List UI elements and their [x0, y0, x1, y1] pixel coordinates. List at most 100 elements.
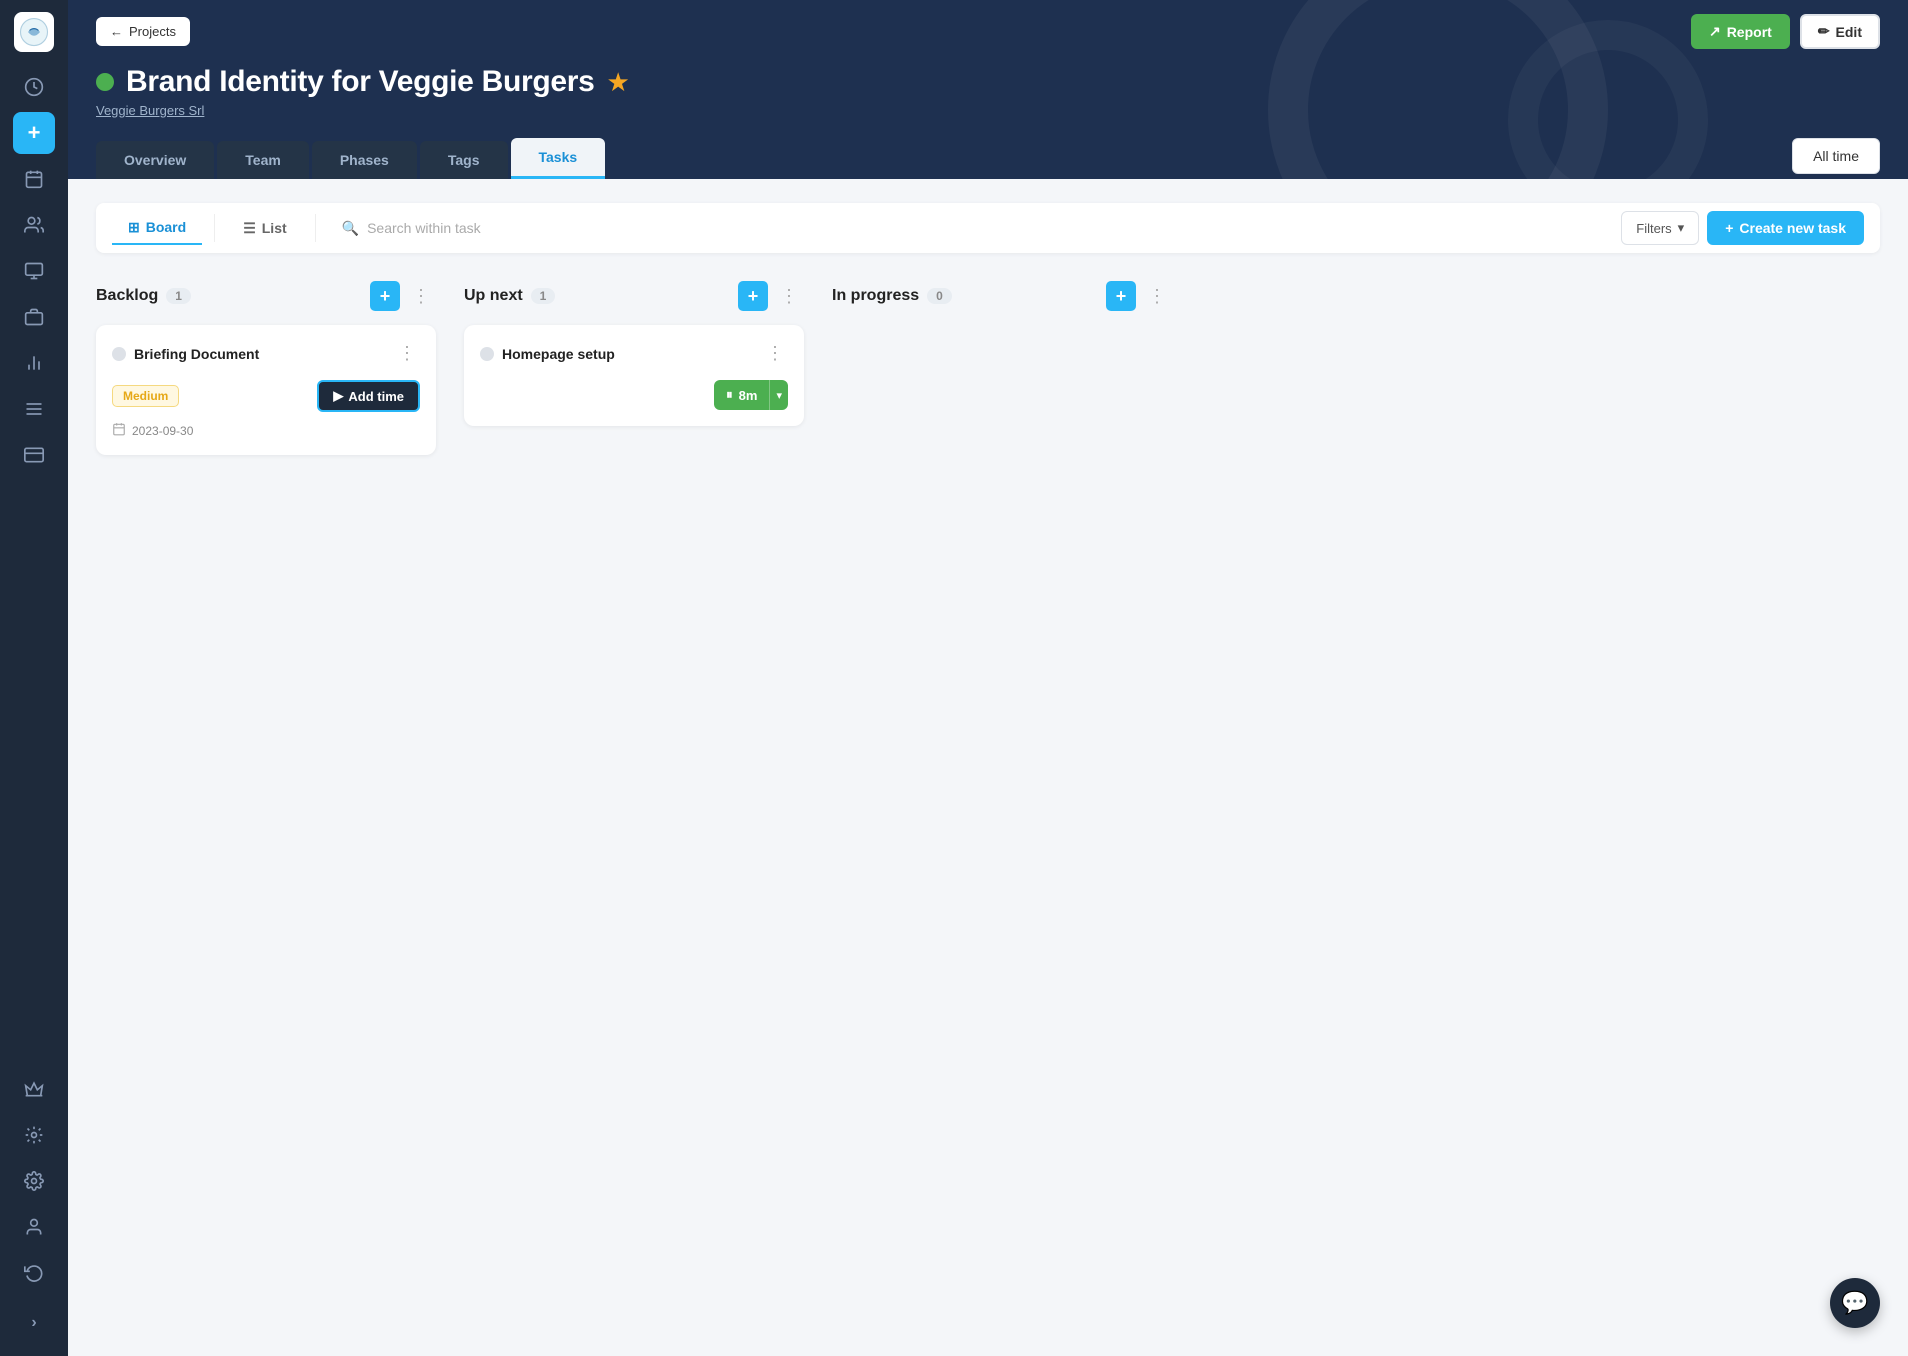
- header-actions: ↗ Report ✏ Edit: [1691, 14, 1880, 49]
- column-count-backlog: 1: [166, 288, 191, 304]
- kanban-column-upnext: Up next 1 + ⋮ Homepage setup ⋮: [464, 281, 804, 438]
- sidebar-item-projects[interactable]: [13, 250, 55, 292]
- task-tags-row-briefing: Medium ▶ Add time: [112, 380, 420, 412]
- board-area: ⊞ Board ☰ List 🔍 Search within task Filt…: [68, 179, 1908, 1356]
- sidebar: + ›: [0, 0, 68, 1356]
- tab-tags[interactable]: Tags: [420, 141, 508, 179]
- tab-team[interactable]: Team: [217, 141, 309, 179]
- column-title-backlog: Backlog: [96, 287, 158, 305]
- tab-overview[interactable]: Overview: [96, 141, 214, 179]
- edit-button[interactable]: ✏ Edit: [1800, 14, 1880, 49]
- task-card-homepage: Homepage setup ⋮ ⏸ 8m ▾: [464, 325, 804, 426]
- timer-dropdown-button[interactable]: ▾: [769, 380, 788, 410]
- board-toolbar: ⊞ Board ☰ List 🔍 Search within task Filt…: [96, 203, 1880, 253]
- back-to-projects-button[interactable]: ← Projects: [96, 17, 190, 46]
- column-menu-backlog-button[interactable]: ⋮: [406, 281, 436, 311]
- add-task-inprogress-button[interactable]: +: [1106, 281, 1136, 311]
- column-header-inprogress: In progress 0 + ⋮: [832, 281, 1172, 311]
- timer-value: 8m: [739, 388, 758, 403]
- board-view-tab[interactable]: ⊞ Board: [112, 212, 202, 245]
- project-header: ← Projects ↗ Report ✏ Edit Brand Identit…: [68, 0, 1908, 179]
- column-actions-upnext: + ⋮: [738, 281, 804, 311]
- list-icon: ☰: [243, 220, 256, 237]
- task-date-row-briefing: 2023-09-30: [112, 422, 420, 439]
- column-title-inprogress: In progress: [832, 287, 919, 305]
- favorite-star-icon[interactable]: ★: [607, 67, 630, 98]
- sidebar-item-team[interactable]: [13, 204, 55, 246]
- sidebar-item-crown[interactable]: [13, 1068, 55, 1110]
- sidebar-item-add[interactable]: +: [13, 112, 55, 154]
- report-button[interactable]: ↗ Report: [1691, 14, 1790, 49]
- list-view-tab[interactable]: ☰ List: [227, 213, 302, 244]
- tab-tasks[interactable]: Tasks: [511, 138, 606, 179]
- tab-phases[interactable]: Phases: [312, 141, 417, 179]
- column-actions-inprogress: + ⋮: [1106, 281, 1172, 311]
- task-menu-briefing-button[interactable]: ⋮: [394, 341, 420, 366]
- sidebar-expand-button[interactable]: ›: [13, 1302, 55, 1344]
- column-count-inprogress: 0: [927, 288, 952, 304]
- main-content: ← Projects ↗ Report ✏ Edit Brand Identit…: [68, 0, 1908, 1356]
- sidebar-item-integrations[interactable]: [13, 1114, 55, 1156]
- column-title-upnext: Up next: [464, 287, 523, 305]
- column-count-upnext: 1: [531, 288, 556, 304]
- timer-pause-button[interactable]: ⏸ 8m: [714, 380, 769, 410]
- add-task-upnext-button[interactable]: +: [738, 281, 768, 311]
- task-card-briefing: Briefing Document ⋮ Medium ▶ Add time: [96, 325, 436, 455]
- task-card-header-homepage: Homepage setup ⋮: [480, 341, 788, 366]
- report-icon: ↗: [1709, 23, 1721, 40]
- client-link[interactable]: Veggie Burgers Srl: [96, 103, 1880, 118]
- sidebar-item-calendar[interactable]: [13, 158, 55, 200]
- task-title-briefing: Briefing Document: [134, 346, 386, 362]
- project-tabs: Overview Team Phases Tags Tasks: [96, 138, 608, 179]
- task-title-homepage: Homepage setup: [502, 346, 754, 362]
- project-status-dot: [96, 73, 114, 91]
- back-label: Projects: [129, 24, 176, 39]
- sidebar-item-reports[interactable]: [13, 342, 55, 384]
- chat-bubble-button[interactable]: 💬: [1830, 1278, 1880, 1328]
- calendar-icon: [112, 422, 126, 439]
- sidebar-item-portfolio[interactable]: [13, 296, 55, 338]
- plus-icon: +: [1725, 220, 1733, 236]
- priority-tag-medium: Medium: [112, 385, 179, 407]
- pause-icon: ⏸: [726, 387, 733, 403]
- chat-icon: 💬: [1841, 1290, 1868, 1316]
- back-arrow-icon: ←: [110, 24, 123, 39]
- kanban-board: Backlog 1 + ⋮ Briefing Document ⋮: [96, 281, 1880, 467]
- kanban-column-inprogress: In progress 0 + ⋮: [832, 281, 1172, 325]
- add-time-briefing-button[interactable]: ▶ Add time: [317, 380, 420, 412]
- add-task-backlog-button[interactable]: +: [370, 281, 400, 311]
- play-icon: ▶: [333, 388, 343, 404]
- column-menu-inprogress-button[interactable]: ⋮: [1142, 281, 1172, 311]
- task-date-briefing: 2023-09-30: [132, 424, 193, 438]
- task-status-dot-homepage: [480, 347, 494, 361]
- sidebar-item-profile[interactable]: [13, 1206, 55, 1248]
- kanban-column-backlog: Backlog 1 + ⋮ Briefing Document ⋮: [96, 281, 436, 467]
- task-status-dot-briefing: [112, 347, 126, 361]
- search-box[interactable]: 🔍 Search within task: [328, 213, 1614, 244]
- toolbar-divider: [214, 214, 215, 242]
- sidebar-item-billing[interactable]: [13, 434, 55, 476]
- sidebar-item-history[interactable]: [13, 1252, 55, 1294]
- task-card-header-briefing: Briefing Document ⋮: [112, 341, 420, 366]
- project-title-row: Brand Identity for Veggie Burgers ★: [96, 49, 1880, 103]
- search-icon: 🔍: [342, 220, 359, 237]
- filters-button[interactable]: Filters ▾: [1621, 211, 1699, 245]
- chevron-down-icon: ▾: [1678, 220, 1685, 236]
- timer-group-homepage: ⏸ 8m ▾: [714, 380, 788, 410]
- app-logo[interactable]: [14, 12, 54, 52]
- column-menu-upnext-button[interactable]: ⋮: [774, 281, 804, 311]
- sidebar-item-time[interactable]: [13, 66, 55, 108]
- header-top-row: ← Projects ↗ Report ✏ Edit: [96, 0, 1880, 49]
- project-title: Brand Identity for Veggie Burgers: [126, 65, 595, 99]
- sidebar-item-settings[interactable]: [13, 1160, 55, 1202]
- task-menu-homepage-button[interactable]: ⋮: [762, 341, 788, 366]
- column-actions-backlog: + ⋮: [370, 281, 436, 311]
- sidebar-item-list[interactable]: [13, 388, 55, 430]
- column-header-backlog: Backlog 1 + ⋮: [96, 281, 436, 311]
- edit-icon: ✏: [1818, 23, 1830, 40]
- board-icon: ⊞: [128, 219, 140, 236]
- search-placeholder: Search within task: [367, 220, 481, 236]
- time-filter-button[interactable]: All time: [1792, 138, 1880, 174]
- column-header-upnext: Up next 1 + ⋮: [464, 281, 804, 311]
- create-task-button[interactable]: + Create new task: [1707, 211, 1864, 245]
